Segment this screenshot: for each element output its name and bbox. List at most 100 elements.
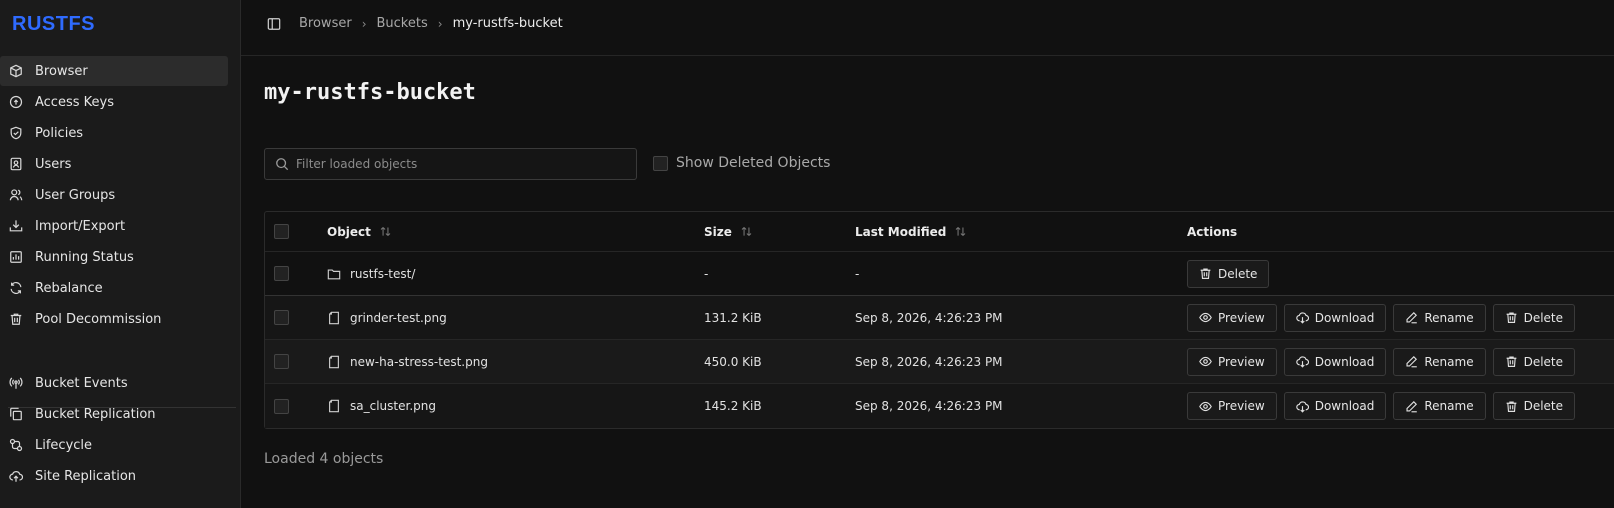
sort-icon[interactable]: [379, 225, 392, 238]
object-name[interactable]: rustfs-test/: [350, 267, 415, 281]
download-button[interactable]: Download: [1283, 347, 1387, 376]
row-checkbox[interactable]: [274, 310, 289, 325]
rustfs-logo[interactable]: RUSTFS: [12, 14, 95, 34]
breadcrumb-browser[interactable]: Browser: [299, 16, 352, 31]
sidebar-item-lifecycle[interactable]: Lifecycle: [0, 430, 228, 460]
download-tray-icon: [9, 219, 23, 233]
breadcrumb: Browser › Buckets › my-rustfs-bucket: [299, 16, 563, 31]
button-label: Preview: [1218, 354, 1265, 369]
cloud-download-icon: [1295, 355, 1309, 368]
column-object[interactable]: Object: [327, 212, 392, 251]
table-row[interactable]: rustfs-test/ - - Delete: [265, 252, 1614, 296]
search-icon: [275, 157, 289, 171]
sidebar-item-label: Policies: [35, 125, 84, 141]
breadcrumb-buckets[interactable]: Buckets: [377, 16, 428, 31]
eye-icon: [1199, 311, 1212, 324]
sidebar: RUSTFS Browser Access Keys Policies Users Us…: [0, 0, 241, 508]
download-button[interactable]: Download: [1283, 392, 1387, 420]
object-last-modified: -: [855, 266, 860, 281]
preview-button[interactable]: Preview: [1187, 303, 1277, 332]
object-name[interactable]: sa_cluster.png: [350, 399, 436, 413]
button-label: Preview: [1218, 399, 1265, 413]
trash-icon: [1505, 400, 1518, 413]
sidebar-toggle-icon[interactable]: [267, 17, 281, 31]
object-name[interactable]: grinder-test.png: [350, 311, 447, 325]
pencil-icon: [1405, 311, 1418, 324]
object-size: 145.2 KiB: [704, 399, 762, 413]
file-icon: [327, 399, 341, 413]
button-label: Delete: [1218, 266, 1258, 281]
sidebar-item-label: Bucket Events: [35, 375, 128, 391]
sort-icon[interactable]: [954, 225, 967, 238]
table-row[interactable]: sa_cluster.png 145.2 KiB Sep 8, 2026, 4:26…: [265, 384, 1614, 428]
copy-icon: [9, 407, 23, 421]
box-icon: [9, 64, 23, 78]
sidebar-item-user-groups[interactable]: User Groups: [0, 180, 228, 210]
row-checkbox[interactable]: [274, 266, 289, 281]
select-all-checkbox[interactable]: [274, 224, 289, 239]
object-size: 450.0 KiB: [704, 354, 762, 369]
sidebar-item-rebalance[interactable]: Rebalance: [0, 273, 228, 303]
object-last-modified: Sep 8, 2026, 4:26:23 PM: [855, 399, 1003, 413]
sidebar-item-users[interactable]: Users: [0, 149, 228, 179]
sidebar-item-pool-decommission[interactable]: Pool Decommission: [0, 304, 228, 334]
topbar: Browser › Buckets › my-rustfs-bucket: [241, 0, 1614, 56]
sidebar-item-access-keys[interactable]: Access Keys: [0, 87, 228, 117]
delete-button[interactable]: Delete: [1492, 303, 1576, 332]
table-row[interactable]: new-ha-stress-test.png 450.0 KiB Sep 8, 20…: [265, 340, 1614, 384]
rename-button[interactable]: Rename: [1393, 303, 1486, 332]
button-label: Download: [1314, 354, 1375, 369]
sort-icon[interactable]: [740, 225, 753, 238]
delete-button[interactable]: Delete: [1492, 347, 1576, 376]
sidebar-item-import-export[interactable]: Import/Export: [0, 211, 228, 241]
cloud-download-icon: [1295, 400, 1309, 413]
sidebar-item-policies[interactable]: Policies: [0, 118, 228, 148]
object-name[interactable]: new-ha-stress-test.png: [350, 355, 488, 369]
sidebar-item-label: User Groups: [35, 187, 116, 203]
sidebar-item-running-status[interactable]: Running Status: [0, 242, 228, 272]
preview-button[interactable]: Preview: [1187, 347, 1277, 376]
row-checkbox[interactable]: [274, 398, 289, 414]
sidebar-item-bucket-events[interactable]: Bucket Events: [0, 368, 228, 398]
column-actions-label: Actions: [1187, 224, 1238, 239]
table-row[interactable]: grinder-test.png 131.2 KiB Sep 8, 2026, 4:…: [265, 296, 1614, 340]
button-label: Download: [1314, 310, 1375, 325]
row-checkbox[interactable]: [274, 354, 289, 369]
button-label: Rename: [1424, 310, 1474, 325]
column-last-modified-label: Last Modified: [855, 224, 947, 239]
button-label: Delete: [1523, 310, 1564, 325]
pencil-icon: [1405, 400, 1418, 413]
object-last-modified: Sep 8, 2026, 4:26:23 PM: [855, 310, 1003, 325]
filter-objects-input[interactable]: [296, 157, 626, 171]
folder-icon: [327, 267, 341, 281]
sidebar-item-site-replication[interactable]: Site Replication: [0, 461, 228, 491]
show-deleted-checkbox[interactable]: [653, 155, 668, 171]
cloud-upload-icon: [9, 469, 23, 483]
users-icon: [9, 188, 23, 202]
download-button[interactable]: Download: [1283, 303, 1387, 332]
button-label: Rename: [1424, 354, 1474, 369]
sidebar-item-label: Bucket Replication: [35, 406, 156, 422]
button-label: Preview: [1218, 310, 1265, 325]
logo-text: RUSTFS: [12, 13, 95, 35]
cloud-download-icon: [1295, 311, 1309, 324]
page-title: my-rustfs-bucket: [264, 80, 476, 105]
rename-button[interactable]: Rename: [1393, 392, 1486, 420]
trash-icon: [1505, 311, 1518, 324]
rename-button[interactable]: Rename: [1393, 347, 1486, 376]
trash-icon: [1199, 267, 1212, 280]
column-last-modified[interactable]: Last Modified: [855, 212, 967, 251]
refresh-icon: [9, 281, 23, 295]
sidebar-item-label: Pool Decommission: [35, 311, 162, 327]
delete-button[interactable]: Delete: [1187, 259, 1270, 288]
delete-button[interactable]: Delete: [1492, 392, 1576, 420]
column-size[interactable]: Size: [704, 212, 753, 251]
sidebar-item-bucket-replication[interactable]: Bucket Replication: [0, 399, 228, 429]
pencil-icon: [1405, 355, 1418, 368]
bar-chart-icon: [9, 250, 23, 264]
preview-button[interactable]: Preview: [1187, 392, 1277, 420]
sidebar-item-label: Import/Export: [35, 218, 126, 234]
sidebar-item-label: Users: [35, 156, 72, 172]
chevron-right-icon: ›: [361, 16, 367, 31]
sidebar-item-browser[interactable]: Browser: [0, 56, 228, 86]
